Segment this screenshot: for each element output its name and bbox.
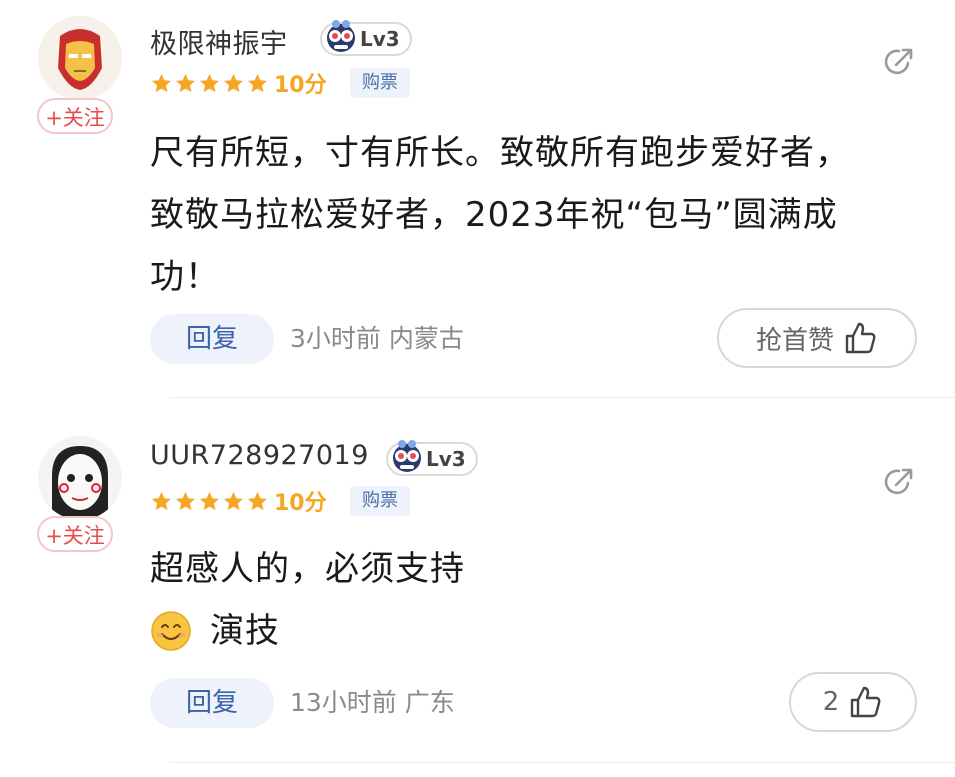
star-icon — [247, 491, 268, 510]
comment-list: +关注 极限神振宇 Lv3 10分 购票 尺有所短，寸有所长。致敬所有跑步爱好者… — [0, 0, 955, 777]
star-icon — [151, 491, 172, 510]
star-icon — [223, 73, 244, 92]
avatar-column: +关注 — [36, 436, 126, 552]
thumbs-up-icon — [851, 686, 881, 718]
level-mascot-icon — [393, 440, 421, 472]
rating-stars: 10分 — [150, 486, 327, 516]
like-button[interactable]: 2 — [789, 672, 917, 732]
comment-item: +关注 极限神振宇 Lv3 10分 购票 尺有所短，寸有所长。致敬所有跑步爱好者… — [0, 0, 955, 400]
level-badge: Lv3 — [386, 440, 478, 476]
reply-button[interactable]: 回复 — [150, 314, 274, 364]
star-icon — [175, 73, 196, 92]
star-icon — [199, 491, 220, 510]
comment-text: 超感人的，必须支持 演技 — [150, 538, 890, 662]
thumbs-up-icon — [845, 322, 876, 354]
follow-button[interactable]: +关注 — [37, 516, 113, 552]
reply-button[interactable]: 回复 — [150, 678, 274, 728]
divider — [170, 397, 955, 398]
star-icon — [247, 73, 268, 92]
star-icon — [223, 491, 244, 510]
star-icon — [199, 73, 220, 92]
score-label: 10分 — [274, 491, 327, 516]
emoji-caption: 演技 — [210, 611, 280, 651]
follow-button[interactable]: +关注 — [37, 98, 113, 134]
iron-man-avatar-icon[interactable] — [38, 16, 122, 100]
star-icon — [151, 73, 172, 92]
like-label: 抢首赞 — [755, 325, 834, 356]
mask-avatar-icon[interactable] — [38, 436, 122, 520]
like-button[interactable]: 抢首赞 — [717, 308, 917, 368]
comment-item: +关注 UUR728927019 Lv3 10分 购票 超感人的，必须支持 演技… — [0, 400, 955, 777]
divider — [170, 762, 955, 763]
purchase-tag: 购票 — [350, 486, 410, 516]
level-label: Lv3 — [426, 447, 466, 471]
timestamp-location: 3小时前 内蒙古 — [290, 324, 464, 353]
comment-line: 超感人的，必须支持 — [150, 549, 465, 589]
level-mascot-icon — [327, 20, 355, 52]
share-icon[interactable] — [879, 42, 919, 82]
purchase-tag: 购票 — [350, 68, 410, 98]
share-icon[interactable] — [879, 462, 919, 502]
timestamp-location: 13小时前 广东 — [290, 688, 455, 717]
username[interactable]: 极限神振宇 — [150, 22, 288, 61]
comment-line: 尺有所短，寸有所长。致敬所有跑步爱好者， — [150, 133, 850, 173]
like-count: 2 — [822, 687, 840, 717]
comment-line: 致敬马拉松爱好者，2023年祝“包马”圆满成 — [150, 195, 838, 235]
score-label: 10分 — [274, 73, 327, 98]
rating-stars: 10分 — [150, 68, 327, 98]
emoji-line: 演技 — [150, 600, 890, 662]
avatar-column: +关注 — [36, 16, 126, 134]
comment-text: 尺有所短，寸有所长。致敬所有跑步爱好者， 致敬马拉松爱好者，2023年祝“包马”… — [150, 122, 890, 308]
star-icon — [175, 491, 196, 510]
username[interactable]: UUR728927019 — [150, 440, 369, 471]
comment-line: 功！ — [150, 257, 220, 297]
level-label: Lv3 — [360, 27, 400, 51]
level-badge: Lv3 — [320, 20, 412, 56]
smile-emoji-icon — [151, 611, 191, 651]
